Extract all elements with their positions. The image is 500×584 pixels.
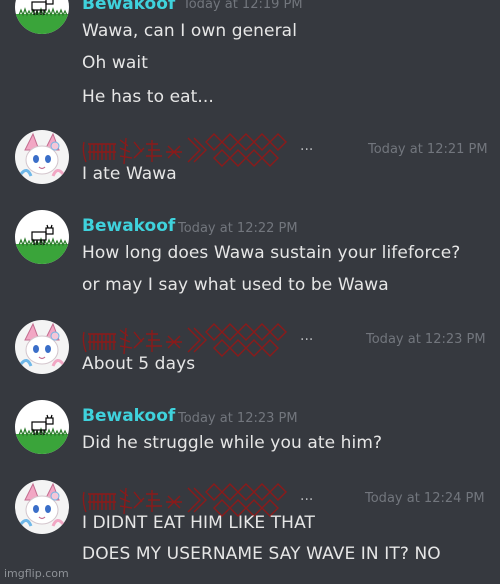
avatar[interactable] xyxy=(15,130,69,184)
author-name[interactable]: Bewakoof xyxy=(82,406,175,426)
timestamp: Today at 12:21 PM xyxy=(368,142,488,157)
message-text: I ate Wawa xyxy=(82,164,177,184)
timestamp: Today at 12:19 PM xyxy=(183,0,303,12)
cow-avatar-icon xyxy=(15,0,69,34)
timestamp: Today at 12:24 PM xyxy=(365,491,485,506)
cow-avatar-icon xyxy=(15,400,69,454)
message-text: About 5 days xyxy=(82,354,196,374)
author-name[interactable]: Bewakoof xyxy=(82,0,175,14)
avatar[interactable] xyxy=(15,400,69,454)
message-text: I DIDNT EAT HIM LIKE THAT xyxy=(82,513,315,533)
message-text: Wawa, can I own general xyxy=(82,21,298,41)
timestamp: Today at 12:22 PM xyxy=(178,221,298,236)
timestamp: Today at 12:23 PM xyxy=(366,332,486,347)
message-text: He has to eat... xyxy=(82,87,214,107)
author-name[interactable]: Bewakoof xyxy=(82,216,175,236)
message-text: How long does Wawa sustain your lifeforc… xyxy=(82,243,461,263)
sylveon-avatar-icon xyxy=(15,130,69,184)
name-overflow-ellipsis: ... xyxy=(300,138,314,154)
cow-avatar-icon xyxy=(15,210,69,264)
sylveon-avatar-icon xyxy=(15,480,69,534)
sylveon-avatar-icon xyxy=(15,320,69,374)
avatar[interactable] xyxy=(15,210,69,264)
avatar[interactable] xyxy=(15,0,69,34)
name-overflow-ellipsis: ... xyxy=(300,328,314,344)
imgflip-watermark: imgflip.com xyxy=(4,567,69,580)
message-text: DOES MY USERNAME SAY WAVE IN IT? NO xyxy=(82,544,441,564)
avatar[interactable] xyxy=(15,480,69,534)
avatar[interactable] xyxy=(15,320,69,374)
name-overflow-ellipsis: ... xyxy=(300,488,314,504)
timestamp: Today at 12:23 PM xyxy=(178,411,298,426)
message-text: Did he struggle while you ate him? xyxy=(82,433,383,453)
message-text: Oh wait xyxy=(82,53,148,73)
message-text: or may I say what used to be Wawa xyxy=(82,275,389,295)
